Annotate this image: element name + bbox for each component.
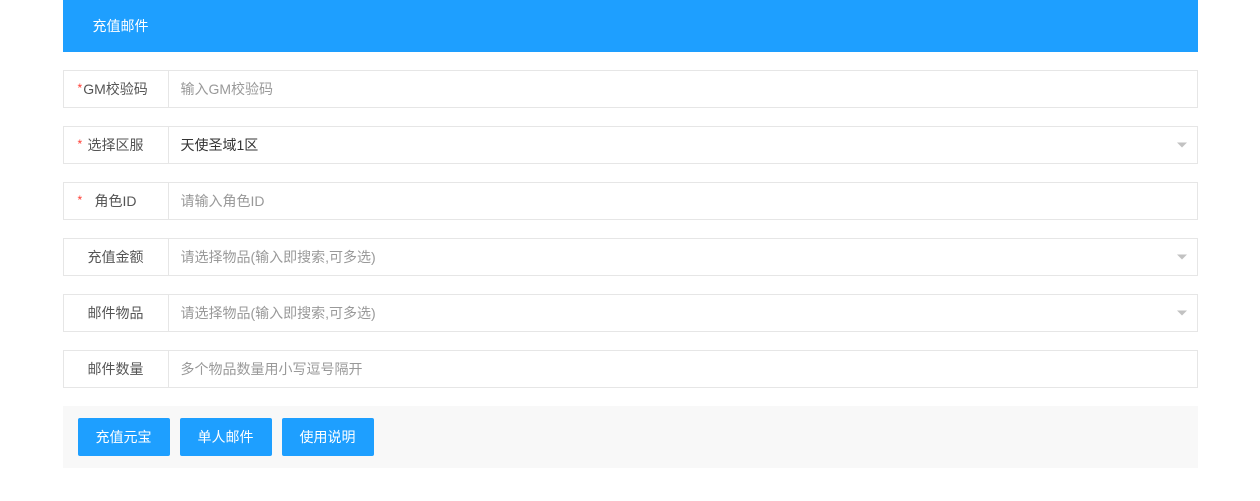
- form-row-gm-code: * GM校验码: [63, 70, 1198, 108]
- form-row-recharge-amount: 充值金额 请选择物品(输入即搜索,可多选): [63, 238, 1198, 276]
- mail-quantity-input[interactable]: [169, 351, 1197, 387]
- required-indicator: *: [78, 193, 83, 207]
- server-label: * 选择区服: [64, 127, 169, 163]
- instructions-button[interactable]: 使用说明: [282, 418, 374, 456]
- mail-quantity-label: 邮件数量: [64, 351, 169, 387]
- gm-code-label: * GM校验码: [64, 71, 169, 107]
- page-header-banner: 充值邮件: [63, 0, 1198, 52]
- chevron-down-icon: [1177, 255, 1187, 260]
- role-id-label: * 角色ID: [64, 183, 169, 219]
- recharge-amount-placeholder: 请选择物品(输入即搜索,可多选): [169, 239, 1197, 275]
- required-indicator: *: [78, 81, 83, 95]
- form-row-server: * 选择区服 天使圣域1区: [63, 126, 1198, 164]
- mail-items-label: 邮件物品: [64, 295, 169, 331]
- recharge-amount-select-wrap[interactable]: 请选择物品(输入即搜索,可多选): [169, 239, 1197, 275]
- chevron-down-icon: [1177, 143, 1187, 148]
- role-id-input[interactable]: [169, 183, 1197, 219]
- mail-quantity-input-wrap: [169, 351, 1197, 387]
- chevron-down-icon: [1177, 311, 1187, 316]
- role-id-input-wrap: [169, 183, 1197, 219]
- gm-code-input-wrap: [169, 71, 1197, 107]
- form-row-mail-quantity: 邮件数量: [63, 350, 1198, 388]
- server-select-wrap[interactable]: 天使圣域1区: [169, 127, 1197, 163]
- mail-items-placeholder: 请选择物品(输入即搜索,可多选): [169, 295, 1197, 331]
- required-indicator: *: [78, 137, 83, 151]
- recharge-button[interactable]: 充值元宝: [78, 418, 170, 456]
- form-row-mail-items: 邮件物品 请选择物品(输入即搜索,可多选): [63, 294, 1198, 332]
- single-mail-button[interactable]: 单人邮件: [180, 418, 272, 456]
- form-row-role-id: * 角色ID: [63, 182, 1198, 220]
- mail-items-select-wrap[interactable]: 请选择物品(输入即搜索,可多选): [169, 295, 1197, 331]
- button-row: 充值元宝 单人邮件 使用说明: [63, 406, 1198, 468]
- server-selected-value: 天使圣域1区: [169, 127, 1197, 163]
- gm-code-input[interactable]: [169, 71, 1197, 107]
- recharge-amount-label: 充值金额: [64, 239, 169, 275]
- page-title: 充值邮件: [93, 18, 149, 34]
